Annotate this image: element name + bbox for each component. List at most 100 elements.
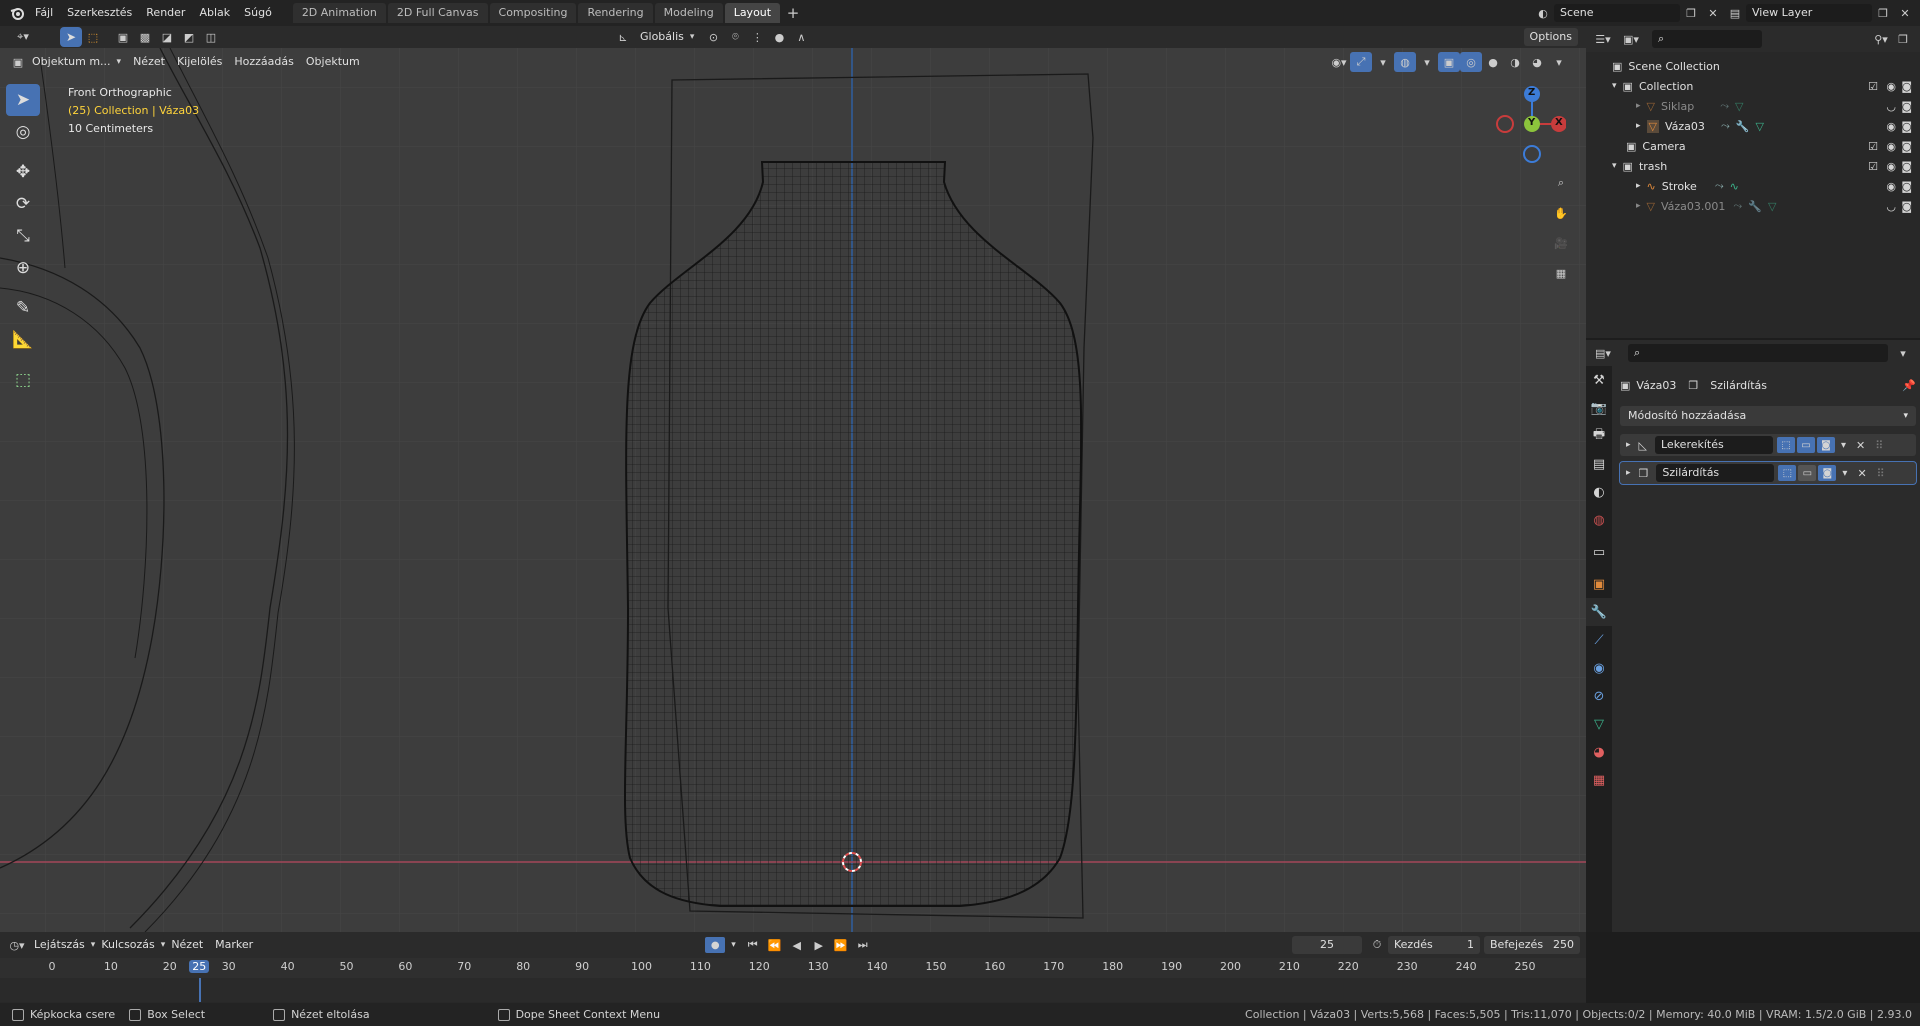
constraints-tab-icon[interactable]: ⊘ bbox=[1586, 682, 1612, 710]
select-mode-invert-icon[interactable]: ◩ bbox=[178, 27, 200, 47]
menu-view[interactable]: Nézet bbox=[127, 52, 171, 72]
rotate-tool-icon[interactable]: ⟳ bbox=[6, 188, 40, 220]
tree-row-camera[interactable]: ▣ Camera ☑ ◉ ◙ bbox=[1586, 136, 1920, 156]
display-mode-icon[interactable]: ▣▾ bbox=[1620, 29, 1642, 49]
menu-timeline-view[interactable]: Nézet bbox=[165, 935, 209, 955]
select-tool-icon[interactable]: ➤ bbox=[60, 27, 82, 47]
camera-icon[interactable]: ◙ bbox=[1901, 140, 1912, 153]
material-tab-icon[interactable]: ◕ bbox=[1586, 738, 1612, 766]
eye-icon[interactable]: ◉ bbox=[1886, 180, 1896, 193]
wireframe-shading-icon[interactable]: ◎ bbox=[1460, 52, 1482, 72]
blender-logo-icon[interactable] bbox=[6, 3, 28, 23]
pin-icon[interactable]: 📌 bbox=[1902, 379, 1916, 392]
current-frame-marker[interactable]: 25 bbox=[189, 960, 210, 973]
drag-handle-icon[interactable]: ⠿ bbox=[1875, 439, 1883, 452]
checkbox-icon[interactable]: ☑ bbox=[1868, 140, 1878, 153]
camera-icon[interactable]: ◙ bbox=[1901, 120, 1912, 133]
proportional-edit-icon[interactable]: ● bbox=[768, 27, 790, 47]
menu-render[interactable]: Render bbox=[139, 0, 192, 26]
render-toggle-icon[interactable]: ◙ bbox=[1818, 465, 1837, 481]
tab-compositing[interactable]: Compositing bbox=[489, 3, 577, 23]
gizmo-toggle-icon[interactable]: ⤢ bbox=[1350, 52, 1372, 72]
eye-icon[interactable]: ◉ bbox=[1886, 80, 1896, 93]
tree-row-stroke[interactable]: ▸ ∿ Stroke ⤳ ∿ ◉ ◙ bbox=[1586, 176, 1920, 196]
add-workspace-icon[interactable]: + bbox=[782, 3, 804, 23]
tree-row-scene-collection[interactable]: ▣ Scene Collection bbox=[1586, 56, 1920, 76]
eye-icon[interactable]: ◉ bbox=[1886, 160, 1896, 173]
object-tab-icon[interactable]: ▣ bbox=[1586, 570, 1612, 598]
menu-file[interactable]: Fájl bbox=[28, 0, 60, 26]
chevron-down-icon[interactable]: ▾ bbox=[1842, 468, 1847, 479]
next-keyframe-icon[interactable]: ⏩ bbox=[830, 935, 852, 955]
new-view-layer-icon[interactable]: ❐ bbox=[1872, 3, 1894, 23]
select-mode-subtract-icon[interactable]: ◪ bbox=[156, 27, 178, 47]
object-mode-icon[interactable]: ▣ bbox=[10, 52, 26, 72]
orientation-dropdown[interactable]: Globális bbox=[634, 27, 690, 47]
viewport-toggle-icon[interactable]: ▭ bbox=[1798, 465, 1817, 481]
eye-closed-icon[interactable]: ◡ bbox=[1886, 100, 1896, 113]
scene-icon[interactable]: ◐ bbox=[1532, 3, 1554, 23]
output-tab-icon[interactable]: 🖶 bbox=[1586, 422, 1612, 450]
world-tab-icon[interactable]: ◍ bbox=[1586, 506, 1612, 534]
start-frame-field[interactable]: Kezdés 1 bbox=[1388, 936, 1480, 954]
tool-tab-icon[interactable]: ⚒ bbox=[1586, 366, 1612, 394]
gizmo-dropdown-icon[interactable]: ▾ bbox=[1372, 52, 1394, 72]
menu-window[interactable]: Ablak bbox=[192, 0, 237, 26]
expand-arrow-icon[interactable]: ▸ bbox=[1636, 201, 1641, 211]
drag-handle-icon[interactable]: ⠿ bbox=[1877, 467, 1885, 480]
texture-tab-icon[interactable]: ▦ bbox=[1586, 766, 1612, 794]
jump-start-icon[interactable]: ⏮ bbox=[742, 935, 764, 955]
zoom-icon[interactable]: ⌕ bbox=[1550, 168, 1572, 198]
pivot-icon[interactable]: ⊙ bbox=[702, 27, 724, 47]
outliner-editor-icon[interactable]: ☰▾ bbox=[1592, 29, 1614, 49]
select-mode-new-icon[interactable]: ⬚ bbox=[82, 27, 104, 47]
shading-dropdown-icon[interactable]: ▾ bbox=[1548, 52, 1570, 72]
overlays-icon[interactable]: ◍ bbox=[1394, 52, 1416, 72]
scale-tool-icon[interactable]: ⤡ bbox=[6, 220, 40, 252]
modifier-bevel[interactable]: ▸ ◺ Lekerekítés ⬚ ▭ ◙ ▾ ✕ ⠿ bbox=[1620, 434, 1916, 456]
options-button[interactable]: Options bbox=[1523, 28, 1578, 46]
record-icon[interactable]: ● bbox=[705, 937, 726, 953]
camera-icon[interactable]: ◙ bbox=[1901, 80, 1912, 93]
expand-arrow-icon[interactable]: ▸ bbox=[1626, 440, 1631, 450]
navigation-gizmo[interactable]: Z Y X bbox=[1494, 84, 1567, 164]
end-frame-field[interactable]: Befejezés 250 bbox=[1484, 936, 1580, 954]
new-collection-icon[interactable]: ❐ bbox=[1892, 29, 1914, 49]
checkbox-icon[interactable]: ☑ bbox=[1868, 160, 1878, 173]
3d-viewport[interactable]: ▣ Objektum m... ▾ Nézet Kijelölés Hozzáa… bbox=[0, 48, 1586, 932]
close-icon[interactable]: ✕ bbox=[1857, 467, 1866, 480]
tab-rendering[interactable]: Rendering bbox=[578, 3, 653, 23]
render-tab-icon[interactable]: 📷 bbox=[1586, 394, 1612, 422]
xray-icon[interactable]: ▣ bbox=[1438, 52, 1460, 72]
select-mode-set-icon[interactable]: ▣ bbox=[112, 27, 134, 47]
rendered-shading-icon[interactable]: ◕ bbox=[1526, 52, 1548, 72]
menu-help[interactable]: Súgó bbox=[237, 0, 279, 26]
measure-tool-icon[interactable]: 📐 bbox=[6, 324, 40, 356]
modifier-tab-icon[interactable]: 🔧 bbox=[1586, 598, 1612, 626]
tree-row-trash[interactable]: ▾ ▣ trash ☑ ◉ ◙ bbox=[1586, 156, 1920, 176]
options-dropdown-icon[interactable]: ▾ bbox=[1892, 343, 1914, 363]
delete-scene-icon[interactable]: ✕ bbox=[1702, 3, 1724, 23]
chevron-down-icon[interactable]: ▾ bbox=[1841, 440, 1846, 451]
eye-icon[interactable]: ◉ bbox=[1886, 140, 1896, 153]
ortho-grid-icon[interactable]: ▦ bbox=[1550, 258, 1572, 288]
new-scene-icon[interactable]: ❐ bbox=[1680, 3, 1702, 23]
view-layer-field[interactable]: View Layer bbox=[1746, 4, 1872, 22]
render-toggle-icon[interactable]: ◙ bbox=[1817, 437, 1835, 453]
transform-tool-icon[interactable]: ⊕ bbox=[6, 252, 40, 284]
menu-object[interactable]: Objektum bbox=[300, 52, 366, 72]
tab-2d-full-canvas[interactable]: 2D Full Canvas bbox=[387, 3, 488, 23]
tree-row-siklap[interactable]: ▸ ▽ Siklap ⤳ ▽ ◡ ◙ bbox=[1586, 96, 1920, 116]
timeline-editor-icon[interactable]: ◷▾ bbox=[6, 935, 28, 955]
select-box-tool-icon[interactable]: ➤ bbox=[6, 84, 40, 116]
close-icon[interactable]: ✕ bbox=[1856, 439, 1865, 452]
modifier-name-field[interactable]: Szilárdítás bbox=[1656, 464, 1775, 482]
scene-field[interactable]: Scene bbox=[1554, 4, 1680, 22]
modifier-name-field[interactable]: Lekerekítés bbox=[1655, 436, 1773, 454]
data-tab-icon[interactable]: ▽ bbox=[1586, 710, 1612, 738]
snap-icon[interactable]: ⌾ bbox=[724, 27, 746, 47]
expand-arrow-icon[interactable]: ▸ bbox=[1636, 181, 1641, 191]
pan-hand-icon[interactable]: ✋ bbox=[1550, 198, 1572, 228]
tree-row-vaza03[interactable]: ▸ ▽ Váza03 ⤳ 🔧 ▽ ◉ ◙ bbox=[1586, 116, 1920, 136]
delete-view-layer-icon[interactable]: ✕ bbox=[1894, 3, 1916, 23]
